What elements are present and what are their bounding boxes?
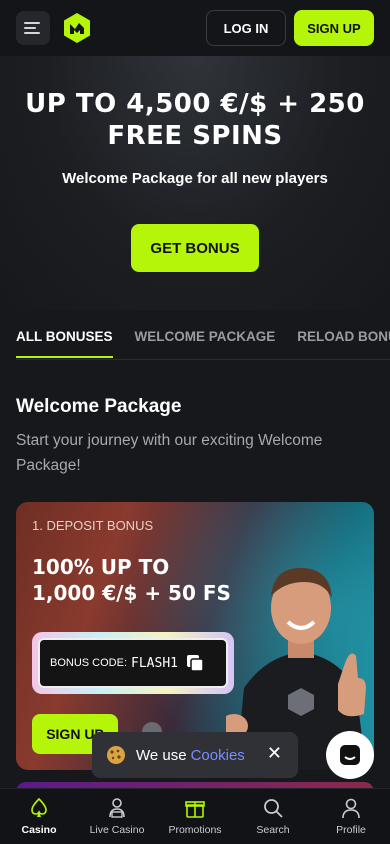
nav-promotions[interactable]: Promotions <box>156 789 234 844</box>
nav-live-casino[interactable]: Live Casino <box>78 789 156 844</box>
chat-icon <box>340 745 360 765</box>
search-icon <box>264 799 283 818</box>
bonus-code-label: BONUS CODE: <box>50 657 128 669</box>
chat-button[interactable] <box>326 731 374 779</box>
gift-icon <box>185 801 205 818</box>
dealer-icon <box>109 798 125 818</box>
deposit-bonus-card: 1. DEPOSIT BONUS 100% UP TO 1,000 €/$ + … <box>16 502 374 770</box>
card-title-line1: 100% UP TO <box>32 555 170 579</box>
get-bonus-button[interactable]: GET BONUS <box>131 224 259 272</box>
cookie-banner: We use Cookies ✕ <box>92 732 298 778</box>
tab-welcome-package[interactable]: WELCOME PACKAGE <box>135 329 276 356</box>
cookie-text: We use <box>136 746 187 764</box>
hamburger-icon <box>24 22 40 34</box>
nav-promotions-label: Promotions <box>168 824 222 836</box>
tab-all-bonuses[interactable]: ALL BONUSES <box>16 329 113 358</box>
login-button[interactable]: LOG IN <box>206 10 286 46</box>
bonus-code-value: FLASH1 <box>131 655 178 671</box>
menu-button[interactable] <box>16 11 50 45</box>
hero-title-line1: UP TO 4,500 €/$ + 250 <box>25 89 365 119</box>
card-title: 100% UP TO 1,000 €/$ + 50 FS <box>32 554 232 606</box>
nav-search[interactable]: Search <box>234 789 312 844</box>
cookie-link[interactable]: Cookies <box>191 747 245 764</box>
hero-title-line2: FREE SPINS <box>107 121 283 151</box>
bottom-nav: Casino Live Casino Promotions Search Pro… <box>0 788 390 844</box>
profile-icon <box>342 798 360 819</box>
bonus-code-box: BONUS CODE: FLASH1 <box>32 632 234 694</box>
brand-logo[interactable] <box>60 11 94 45</box>
signup-button[interactable]: SIGN UP <box>294 10 374 46</box>
nav-casino-label: Casino <box>21 824 57 836</box>
tab-reload-bonus[interactable]: RELOAD BONUS <box>297 329 390 356</box>
nav-profile-label: Profile <box>336 824 366 836</box>
hero-title: UP TO 4,500 €/$ + 250 FREE SPINS <box>0 88 390 152</box>
top-header: LOG IN SIGN UP <box>0 0 390 56</box>
nav-search-label: Search <box>256 824 290 836</box>
nav-profile[interactable]: Profile <box>312 789 390 844</box>
close-icon[interactable]: ✕ <box>267 744 282 764</box>
nav-live-casino-label: Live Casino <box>89 824 145 836</box>
hero-subtitle: Welcome Package for all new players <box>62 170 328 187</box>
section-description: Start your journey with our exciting Wel… <box>16 432 323 474</box>
hero-banner: UP TO 4,500 €/$ + 250 FREE SPINS Welcome… <box>0 56 390 310</box>
section-title: Welcome Package <box>16 396 182 417</box>
bonus-tabs: ALL BONUSES WELCOME PACKAGE RELOAD BONUS <box>16 326 390 360</box>
spade-icon <box>31 797 47 817</box>
copy-icon[interactable] <box>186 654 204 672</box>
nav-casino[interactable]: Casino <box>0 789 78 844</box>
card-title-line2: 1,000 €/$ + 50 FS <box>32 581 231 605</box>
bonus-code-inner: BONUS CODE: FLASH1 <box>38 638 228 688</box>
cookie-icon <box>107 746 125 764</box>
card-step-label: 1. DEPOSIT BONUS <box>32 518 154 533</box>
